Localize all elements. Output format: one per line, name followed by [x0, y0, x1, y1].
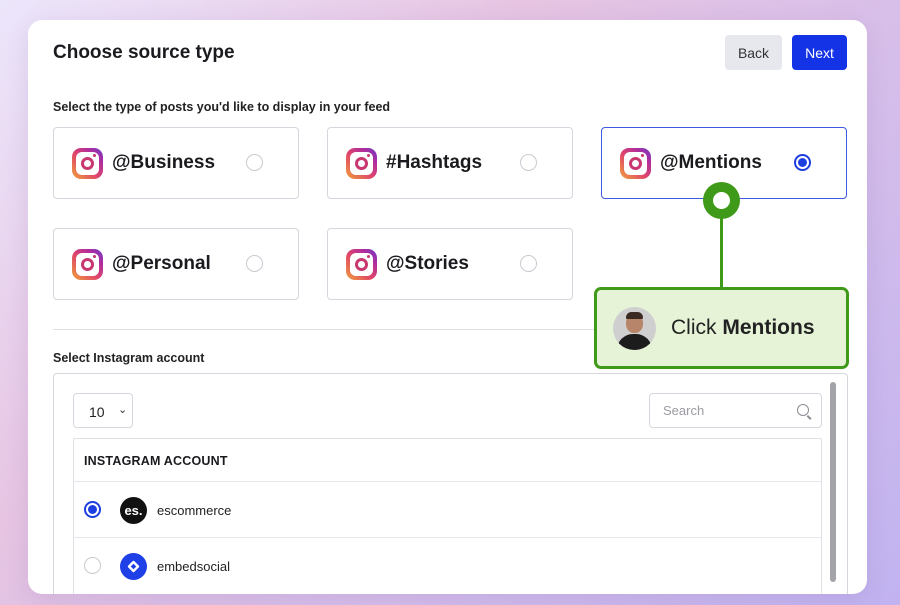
source-type-heading: Select the type of posts you'd like to d… — [53, 100, 391, 114]
search-input[interactable] — [651, 395, 791, 426]
option-personal[interactable]: @Personal — [53, 228, 299, 300]
escommerce-logo-icon: es. — [120, 497, 147, 524]
account-heading: Select Instagram account — [53, 351, 205, 365]
instagram-icon — [72, 249, 103, 280]
option-radio[interactable] — [520, 255, 537, 272]
instagram-icon — [346, 249, 377, 280]
option-label: #Hashtags — [386, 152, 483, 173]
hotspot-ring-icon — [703, 182, 740, 219]
option-radio[interactable] — [246, 255, 263, 272]
table-row[interactable]: embedsocial — [74, 537, 821, 593]
account-table: INSTAGRAM ACCOUNT es. escommerce embedso… — [73, 438, 822, 594]
option-business[interactable]: @Business — [53, 127, 299, 199]
option-stories[interactable]: @Stories — [327, 228, 573, 300]
scrollbar[interactable] — [830, 382, 836, 582]
option-label: @Personal — [112, 253, 211, 274]
callout-prefix: Click — [671, 316, 717, 339]
option-radio[interactable] — [520, 154, 537, 171]
search-icon[interactable] — [797, 404, 809, 416]
option-label: @Business — [112, 152, 216, 173]
embedsocial-logo-icon — [120, 553, 147, 580]
account-radio-selected[interactable] — [84, 501, 101, 518]
avatar — [613, 307, 656, 350]
account-name: escommerce — [157, 503, 232, 518]
option-label: @Mentions — [660, 152, 762, 173]
callout-emphasis: Mentions — [722, 316, 815, 339]
option-radio-selected[interactable] — [794, 154, 811, 171]
instagram-icon — [346, 148, 377, 179]
account-panel: 10 ⌄ INSTAGRAM ACCOUNT es. escommerce em… — [53, 373, 848, 594]
callout-text: Click Mentions — [671, 316, 815, 340]
account-radio[interactable] — [84, 557, 101, 574]
instagram-icon — [72, 148, 103, 179]
table-row[interactable]: es. escommerce — [74, 481, 821, 537]
instagram-icon — [620, 148, 651, 179]
option-hashtags[interactable]: #Hashtags — [327, 127, 573, 199]
tutorial-callout: Click Mentions — [594, 287, 849, 369]
column-header: INSTAGRAM ACCOUNT — [84, 454, 228, 468]
option-radio[interactable] — [246, 154, 263, 171]
account-name: embedsocial — [157, 559, 230, 574]
page-size-select[interactable]: 10 ⌄ — [73, 393, 133, 428]
back-button[interactable]: Back — [725, 35, 782, 70]
page-size-value: 10 — [89, 404, 105, 420]
search-box[interactable] — [649, 393, 822, 428]
option-label: @Stories — [386, 253, 469, 274]
chevron-down-icon: ⌄ — [118, 404, 128, 416]
page-title: Choose source type — [53, 42, 235, 63]
next-button[interactable]: Next — [792, 35, 847, 70]
